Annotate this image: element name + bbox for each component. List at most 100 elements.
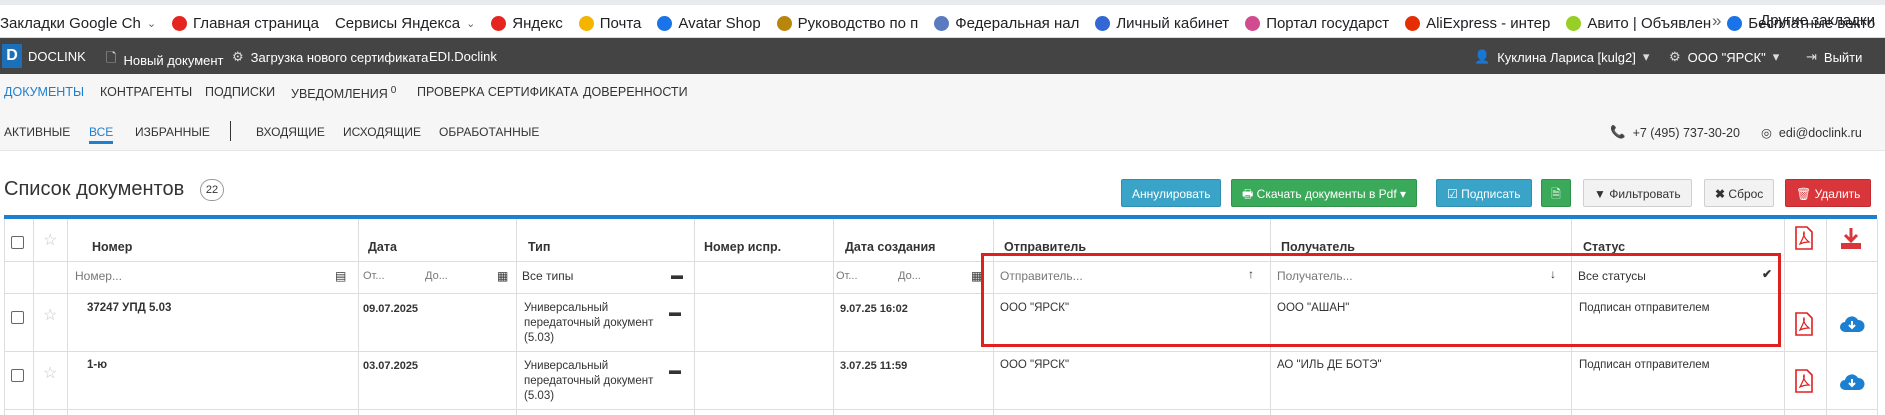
reset-button[interactable]: ✖ Сброс — [1704, 179, 1775, 207]
bookmark-favicon-icon — [657, 15, 673, 31]
star-icon[interactable]: ☆ — [43, 363, 57, 383]
sign-button[interactable]: ☑ Подписать — [1436, 179, 1532, 207]
caret-down-icon: ▾ — [1772, 49, 1780, 64]
tab-notifications[interactable]: УВЕДОМЛЕНИЯ 0 — [291, 85, 396, 101]
upload-cert-link[interactable]: ⚙ Загрузка нового сертификата — [232, 49, 428, 65]
bookmark-favicon-icon — [172, 15, 188, 31]
chevron-down-icon: ⌄ — [146, 17, 157, 30]
other-bookmarks-button[interactable]: Другие закладки — [1760, 12, 1875, 29]
brand-name[interactable]: DOCLINK — [28, 49, 86, 64]
more-bookmarks-button[interactable]: » — [1712, 11, 1721, 31]
cloud-download-icon[interactable] — [1839, 372, 1865, 392]
new-document-link[interactable]: 🗋 Новый документ — [106, 49, 224, 71]
pdf-icon[interactable] — [1794, 369, 1814, 393]
column-divider — [1784, 219, 1785, 415]
bookmark-item[interactable]: Почта — [578, 14, 642, 32]
column-header-type[interactable]: Тип — [528, 240, 550, 254]
bookmark-item[interactable]: Сервисы Яндекса ⌄ — [335, 15, 475, 32]
folder-icon[interactable]: ▬ — [671, 268, 683, 282]
main-nav: ДОКУМЕНТЫ КОНТРАГЕНТЫ ПОДПИСКИ УВЕДОМЛЕН… — [0, 74, 1885, 109]
bookmark-item[interactable]: Закладки Google Ch ⌄ — [0, 15, 156, 32]
tab-active[interactable]: АКТИВНЫЕ — [4, 125, 70, 139]
printer-icon: 🖶 — [1242, 187, 1254, 201]
column-header-created[interactable]: Дата создания — [845, 240, 935, 254]
row-checkbox[interactable] — [11, 369, 24, 382]
doclink-logo[interactable]: D — [2, 44, 22, 68]
bookmarks-bar: Закладки Google Ch ⌄ Главная страница Серви… — [0, 0, 1885, 38]
export-file-button[interactable]: 🗎 — [1541, 179, 1571, 207]
logout-link[interactable]: ⇥ Выйти — [1806, 49, 1862, 65]
pdf-icon[interactable] — [1794, 312, 1814, 336]
calendar-icon[interactable]: ▦ — [497, 269, 508, 283]
bookmark-item[interactable]: Федеральная нал — [934, 15, 1079, 32]
bookmark-item[interactable]: Яндекс — [491, 15, 563, 32]
folder-icon[interactable]: ▬ — [669, 363, 681, 377]
cell-created: 3.07.25 11:59 — [840, 360, 908, 372]
bookmark-label: Главная страница — [193, 14, 319, 32]
type-filter-select[interactable]: Все типы — [522, 269, 573, 283]
tab-notifications-label: УВЕДОМЛЕНИЯ — [291, 87, 388, 102]
logout-icon: ⇥ — [1806, 49, 1817, 64]
select-all-checkbox[interactable] — [11, 236, 24, 249]
tab-documents[interactable]: ДОКУМЕНТЫ — [4, 85, 84, 99]
filter-button[interactable]: ▼ Фильтровать — [1583, 179, 1692, 207]
bookmark-label: Портал государст — [1266, 14, 1390, 32]
tab-subscriptions[interactable]: ПОДПИСКИ — [205, 85, 275, 99]
bookmark-item[interactable]: Руководство по п — [776, 14, 919, 32]
download-pdf-button[interactable]: 🖶 Скачать документы в Pdf ▾ — [1231, 179, 1418, 207]
tab-processed[interactable]: ОБРАБОТАННЫЕ — [439, 125, 539, 139]
annul-button[interactable]: Аннулировать — [1121, 179, 1222, 207]
user-name: Куклина Лариса [kulg2] — [1497, 49, 1636, 65]
column-header-corr-number[interactable]: Номер испр. — [704, 240, 781, 254]
column-header-date[interactable]: Дата — [368, 240, 397, 254]
bookmark-item[interactable]: Главная страница — [172, 15, 319, 32]
pdf-icon[interactable] — [1794, 226, 1814, 250]
bookmark-item[interactable]: Avatar Shop — [657, 14, 761, 32]
bookmark-item[interactable]: Портал государст — [1245, 15, 1389, 32]
bookmark-item[interactable]: Личный кабинет — [1095, 15, 1229, 32]
column-header-receiver[interactable]: Получатель — [1281, 240, 1355, 254]
email-contact[interactable]: ◎ edi@doclink.ru — [1761, 125, 1862, 141]
star-icon[interactable]: ☆ — [43, 305, 57, 325]
tab-cert-check[interactable]: ПРОВЕРКА СЕРТИФИКАТА — [417, 85, 578, 99]
user-menu[interactable]: 👤 Куклина Лариса [kulg2] ▾ — [1474, 49, 1649, 65]
date-from-input[interactable]: От... — [363, 270, 385, 282]
tab-incoming[interactable]: ВХОДЯЩИЕ — [256, 125, 325, 139]
column-divider — [1826, 219, 1827, 415]
created-from-input[interactable]: От... — [836, 270, 858, 282]
tab-favorites[interactable]: ИЗБРАННЫЕ — [135, 125, 210, 139]
column-divider — [694, 219, 695, 415]
column-header-status[interactable]: Статус — [1583, 240, 1625, 254]
tab-outgoing[interactable]: ИСХОДЯЩИЕ — [343, 125, 421, 139]
created-to-input[interactable]: До... — [898, 270, 921, 282]
bookmark-label: Avatar Shop — [678, 14, 761, 32]
org-menu[interactable]: ⚙ ООО "ЯРСК" ▾ — [1669, 49, 1779, 65]
bookmark-item[interactable]: Авито | Объявлен — [1566, 15, 1711, 32]
column-divider — [358, 219, 359, 415]
column-header-sender[interactable]: Отправитель — [1004, 240, 1086, 254]
org-name: ООО "ЯРСК" — [1687, 49, 1766, 65]
tab-contractors[interactable]: КОНТРАГЕНТЫ — [100, 85, 192, 99]
column-divider — [833, 219, 834, 415]
cell-date: 09.07.2025 — [363, 303, 419, 315]
bookmark-label: Руководство по п — [797, 14, 919, 32]
folder-icon[interactable]: ▬ — [669, 305, 681, 319]
cloud-download-icon[interactable] — [1839, 314, 1865, 334]
document-filter-tabs: АКТИВНЫЕ ВСЕ ИЗБРАННЫЕ ВХОДЯЩИЕ ИСХОДЯЩИ… — [0, 109, 1885, 151]
phone-contact: 📞 +7 (495) 737-30-20 — [1610, 125, 1740, 140]
list-icon[interactable]: ▤ — [335, 269, 346, 283]
column-header-number[interactable]: Номер — [92, 240, 132, 254]
document-icon: 🗋 — [106, 50, 117, 65]
row-divider — [5, 409, 1878, 410]
row-checkbox[interactable] — [11, 311, 24, 324]
bookmark-label: Почта — [599, 14, 642, 32]
tab-all[interactable]: ВСЕ — [89, 125, 114, 144]
number-filter-input[interactable]: Номер... — [75, 269, 122, 283]
delete-button[interactable]: 🗑 Удалить — [1785, 179, 1872, 207]
date-to-input[interactable]: До... — [425, 270, 448, 282]
download-icon[interactable] — [1839, 226, 1863, 250]
tab-powers-of-attorney[interactable]: ДОВЕРЕННОСТИ — [583, 85, 688, 99]
bookmark-item[interactable]: AliExpress - интер — [1405, 15, 1550, 32]
star-icon[interactable]: ☆ — [43, 230, 57, 250]
edi-link[interactable]: EDI.Doclink — [429, 49, 497, 64]
